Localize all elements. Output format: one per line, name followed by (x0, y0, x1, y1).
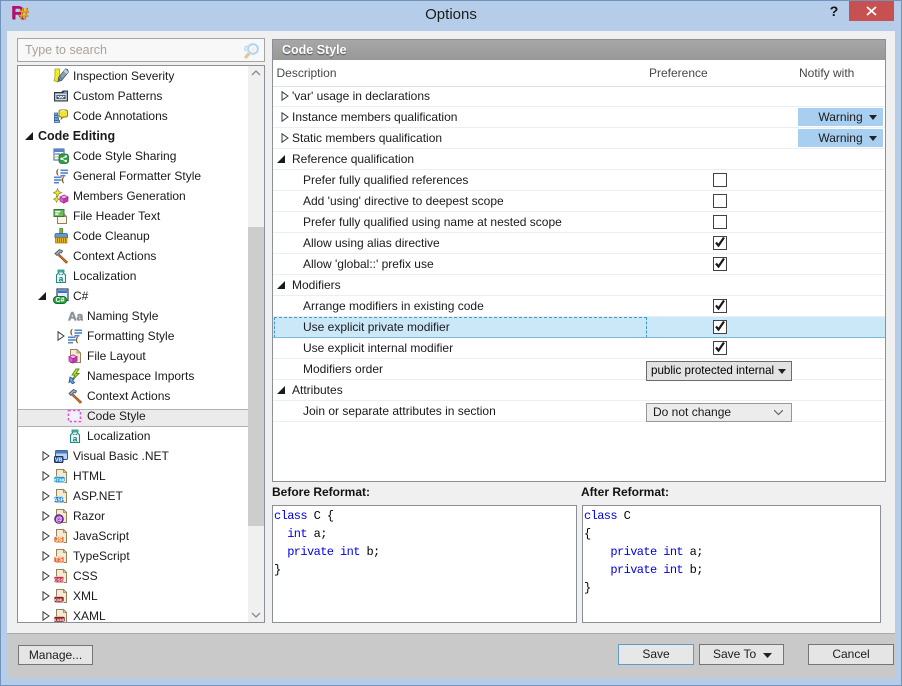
svg-text:@: @ (56, 517, 63, 524)
svg-text:Aa: Aa (68, 310, 83, 324)
svg-text:a: a (73, 434, 78, 444)
svg-text:XAML: XAML (54, 617, 66, 622)
svg-text:C#: C# (56, 297, 65, 304)
svg-text:TS: TS (55, 557, 63, 563)
svg-text:a: a (59, 274, 64, 284)
svg-text:ASP: ASP (54, 497, 65, 503)
svg-text:XML: XML (54, 597, 64, 603)
svg-text:JS: JS (55, 537, 62, 543)
svg-text:VB: VB (55, 457, 63, 463)
svg-text:CSS: CSS (54, 577, 65, 583)
svg-text:HTML: HTML (53, 477, 66, 482)
